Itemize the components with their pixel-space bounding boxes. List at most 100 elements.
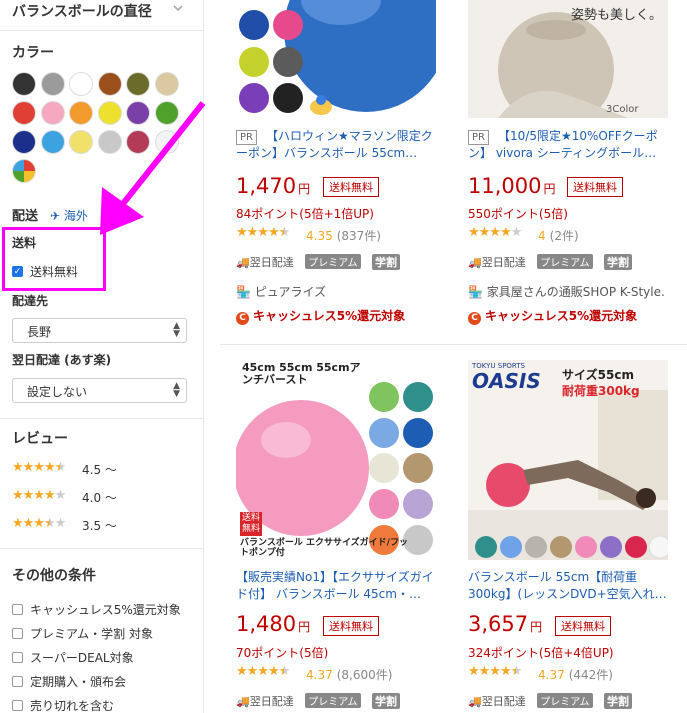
rating-value: 4.37 [538, 668, 565, 682]
product-image[interactable]: 45cm 55cm 55cmアンチバースト 送料無料 バランスボール エクササイ… [236, 360, 436, 560]
student-badge: 学割 [604, 254, 633, 270]
color-swatch[interactable] [12, 101, 36, 125]
review-count: (442件) [568, 668, 613, 682]
page: バランスボールの直径 カラー 配送 ✈ 海外 送料 ✓ 送料無料 配達先 長野 … [0, 0, 687, 713]
other-conditions-title: その他の条件 [12, 568, 96, 584]
cashless-text: キャッシュレス5%還元対象 [253, 309, 406, 323]
premium-badge: プレミアム [305, 254, 361, 269]
condition-label[interactable]: キャッシュレス5%還元対象 [30, 601, 181, 618]
service-badges: 🚚翌日配達 プレミアム 学割 [468, 693, 633, 709]
image-free-shipping: 送料無料 [240, 512, 262, 536]
condition-label[interactable]: 売り切れを含む [30, 697, 114, 713]
select-arrows-icon: ▲ ▼ [173, 321, 180, 339]
next-day-select[interactable]: 設定しない ▲ ▼ [12, 378, 187, 403]
price-value: 1,480 [236, 612, 297, 636]
price-unit: 円 [298, 620, 311, 634]
color-swatch[interactable] [69, 72, 93, 96]
overseas-link[interactable]: ✈ 海外 [50, 207, 88, 224]
next-day-badge: 翌日配達 [481, 695, 526, 708]
delivery-to-select[interactable]: 長野 ▲ ▼ [12, 318, 187, 343]
airplane-icon: ✈ [50, 209, 61, 223]
shop-link[interactable]: 🏪 ピュアライズ [236, 283, 326, 300]
rating-text[interactable]: 4 (2件) [538, 227, 579, 244]
diameter-filter-heading[interactable]: バランスボールの直径 [12, 1, 152, 21]
rating-text[interactable]: 4.37 (442件) [538, 666, 613, 683]
image-caption: 45cm 55cm 55cmアンチバースト [242, 361, 361, 386]
service-badges: 🚚翌日配達 プレミアム 学割 [236, 254, 401, 270]
free-shipping-badge: 送料無料 [555, 616, 611, 636]
divider [0, 418, 204, 419]
points-text: 324ポイント(5倍+4倍UP) [468, 646, 614, 660]
cashless-icon: C [236, 312, 249, 325]
color-swatch[interactable] [12, 72, 36, 96]
color-swatch[interactable] [40, 101, 65, 125]
review-filter-stars[interactable]: ★★★★★ [12, 460, 66, 475]
rating-text[interactable]: 4.37 (8,600件) [306, 666, 392, 683]
truck-icon: 🚚 [468, 695, 482, 708]
condition-checkbox[interactable] [12, 676, 23, 687]
review-filter-label[interactable]: 4.5 〜 [82, 461, 117, 478]
product-title-link[interactable]: バランスボール 55cm【耐荷重300kg】(レッスンDVD+空気入れ… [468, 569, 668, 605]
free-shipping-badge: 送料無料 [323, 616, 379, 636]
rating-stars: ★★★★★ [468, 225, 522, 240]
next-day-title: 翌日配達 (あす楽) [12, 353, 112, 367]
review-filter-stars[interactable]: ★★★★★ [12, 516, 66, 531]
color-swatch[interactable] [12, 130, 36, 154]
color-swatch[interactable] [154, 72, 179, 96]
shop-name: ピュアライズ [254, 285, 327, 299]
delivery-title: 配送 [12, 209, 39, 224]
service-badges: 🚚翌日配達 プレミアム 学割 [236, 693, 401, 709]
product-price: 3,657 円 [468, 612, 542, 636]
price-value: 11,000 [468, 174, 542, 198]
condition-label[interactable]: 定期購入・頒布会 [30, 673, 126, 690]
color-swatch[interactable] [97, 72, 122, 96]
rating-value: 4.35 [306, 229, 333, 243]
review-count: (2件) [549, 229, 579, 243]
review-filter-label[interactable]: 4.0 〜 [82, 489, 117, 506]
shop-name: 家具屋さんの通販SHOP K-Style. [486, 285, 665, 299]
service-badges: 🚚翌日配達 プレミアム 学割 [468, 254, 633, 270]
select-arrows-icon: ▲ ▼ [173, 381, 180, 399]
condition-label[interactable]: スーパーDEAL対象 [30, 649, 134, 666]
image-subcaption: 3Color [606, 104, 639, 115]
cashless-icon: C [468, 312, 481, 325]
product-title-link[interactable]: 【販売実績No1】【エクササイズガイド付】 バランスボール 45cm・… [236, 569, 436, 605]
color-swatch[interactable] [40, 130, 65, 154]
price-unit: 円 [543, 182, 556, 196]
product-image[interactable]: TOKYU SPORTS OASIS サイズ55cm 耐荷重300kg [468, 360, 668, 560]
rating-stars: ★★★★★ [236, 225, 290, 240]
free-shipping-badge: 送料無料 [567, 177, 623, 197]
condition-checkbox[interactable] [12, 700, 23, 711]
condition-checkbox[interactable] [12, 628, 23, 639]
price-value: 1,470 [236, 174, 297, 198]
points-text: 84ポイント(5倍+1倍UP) [236, 207, 374, 221]
condition-label[interactable]: プレミアム・学割 対象 [30, 625, 153, 642]
shop-icon: 🏪 [468, 285, 483, 299]
product-title-link[interactable]: 【ハロウィン★マラソン限定クーポン】バランスボール 55cm… [236, 128, 436, 164]
truck-icon: 🚚 [236, 695, 250, 708]
premium-badge: プレミアム [537, 693, 593, 708]
cashless-label: C キャッシュレス5%還元対象 [236, 307, 405, 325]
price-unit: 円 [530, 620, 543, 634]
product-image[interactable] [236, 0, 436, 118]
cashless-label: C キャッシュレス5%還元対象 [468, 307, 637, 325]
condition-checkbox[interactable] [12, 604, 23, 615]
cashless-text: キャッシュレス5%還元対象 [485, 309, 638, 323]
brand-logo: OASIS [472, 369, 541, 393]
product-image[interactable]: 姿勢も美しく。 3Color [468, 0, 668, 118]
premium-badge: プレミアム [537, 254, 593, 269]
color-swatch[interactable] [126, 72, 150, 96]
rating-value: 4.37 [306, 668, 333, 682]
product-price: 1,480 円 [236, 612, 310, 636]
shop-link[interactable]: 🏪 家具屋さんの通販SHOP K-Style. [468, 283, 665, 300]
review-filter-stars[interactable]: ★★★★★ [12, 488, 66, 503]
rating-text[interactable]: 4.35 (837件) [306, 227, 381, 244]
annotation-arrow [100, 101, 206, 235]
product-title-link[interactable]: 【10/5限定★10%OFFクーポン】 vivora シーティングボール… [468, 128, 668, 164]
color-swatch[interactable] [40, 72, 65, 96]
image-load-text: 耐荷重300kg [562, 384, 640, 398]
multicolor-swatch[interactable] [12, 159, 36, 183]
chevron-down-icon[interactable] [172, 2, 186, 16]
condition-checkbox[interactable] [12, 652, 23, 663]
review-filter-label[interactable]: 3.5 〜 [82, 517, 117, 534]
